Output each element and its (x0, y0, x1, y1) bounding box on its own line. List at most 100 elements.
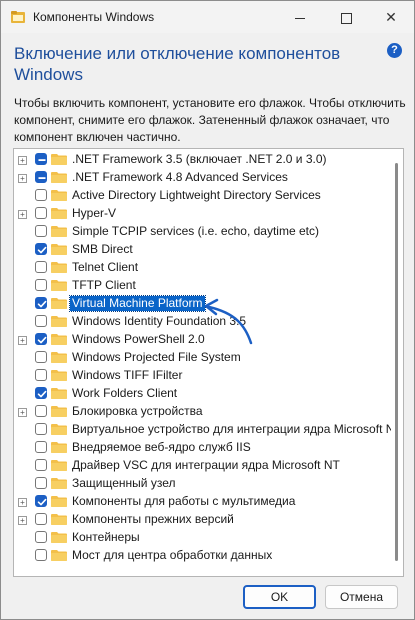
feature-checkbox[interactable] (35, 405, 47, 417)
feature-checkbox[interactable] (35, 189, 47, 201)
feature-row[interactable]: Виртуальное устройство для интеграции яд… (14, 421, 394, 439)
feature-checkbox-checked[interactable] (35, 333, 47, 345)
feature-label[interactable]: Блокировка устройства (70, 404, 205, 419)
feature-checkbox[interactable] (35, 279, 47, 291)
feature-label[interactable]: Simple TCPIP services (i.e. echo, daytim… (70, 224, 321, 239)
feature-checkbox[interactable] (35, 261, 47, 273)
feature-checkbox-checked[interactable] (35, 243, 47, 255)
feature-row[interactable]: + Компоненты для работы с мультимедиа (14, 493, 390, 511)
feature-row[interactable]: Windows TIFF IFilter (14, 367, 390, 385)
close-icon: ✕ (385, 9, 397, 25)
windows-features-dialog: Компоненты Windows ✕ Включение или отклю… (0, 0, 415, 620)
feature-label[interactable]: Компоненты прежних версий (70, 512, 236, 527)
feature-checkbox[interactable] (35, 207, 47, 219)
feature-label[interactable]: Windows Projected File System (70, 350, 243, 365)
expand-plus-icon[interactable]: + (18, 408, 27, 417)
feature-row[interactable]: Telnet Client (14, 259, 390, 277)
folder-icon (51, 280, 67, 291)
feature-checkbox-checked[interactable] (35, 495, 47, 507)
scrollbar-thumb[interactable] (395, 163, 398, 561)
feature-label[interactable]: Hyper-V (70, 206, 118, 221)
dialog-description: Чтобы включить компонент, установите его… (14, 96, 406, 144)
feature-checkbox[interactable] (35, 477, 47, 489)
feature-row[interactable]: Драйвер VSC для интеграции ядра Microsof… (14, 457, 390, 475)
feature-checkbox-checked[interactable] (35, 387, 47, 399)
expand-plus-icon[interactable]: + (18, 498, 27, 507)
feature-checkbox-partial[interactable] (35, 153, 47, 165)
feature-row[interactable]: Внедряемое веб-ядро служб IIS (14, 439, 390, 457)
title-bar[interactable]: Компоненты Windows ✕ (1, 1, 414, 33)
feature-row[interactable]: Work Folders Client (14, 385, 390, 403)
checkmark-icon (37, 336, 47, 344)
feature-checkbox-checked[interactable] (35, 297, 47, 309)
partial-fill-icon (38, 177, 46, 179)
feature-row[interactable]: TFTP Client (14, 277, 390, 295)
feature-row[interactable]: + Hyper-V (14, 205, 390, 223)
minimize-icon (295, 17, 305, 19)
feature-row[interactable]: Мост для центра обработки данных (14, 547, 390, 565)
feature-label[interactable]: Внедряемое веб-ядро служб IIS (70, 440, 253, 455)
folder-icon (51, 244, 67, 255)
folder-icon (51, 496, 67, 507)
feature-label[interactable]: .NET Framework 3.5 (включает .NET 2.0 и … (70, 152, 329, 167)
ok-button[interactable]: OK (243, 585, 316, 609)
maximize-button[interactable] (323, 1, 369, 33)
dialog-heading: Включение или отключение компонентов Win… (14, 44, 341, 84)
expand-plus-icon[interactable]: + (18, 336, 27, 345)
cancel-button[interactable]: Отмена (325, 585, 398, 609)
help-icon[interactable]: ? (387, 43, 402, 58)
folder-icon (51, 532, 67, 543)
folder-icon (51, 334, 67, 345)
feature-row[interactable]: Simple TCPIP services (i.e. echo, daytim… (14, 223, 390, 241)
feature-label[interactable]: Защищенный узел (70, 476, 177, 491)
close-button[interactable]: ✕ (368, 1, 414, 33)
feature-label[interactable]: .NET Framework 4.8 Advanced Services (70, 170, 290, 185)
feature-label[interactable]: SMB Direct (70, 242, 135, 257)
feature-row[interactable]: Active Directory Lightweight Directory S… (14, 187, 390, 205)
feature-row[interactable]: + Компоненты прежних версий (14, 511, 390, 529)
feature-checkbox[interactable] (35, 369, 47, 381)
folder-icon (51, 190, 67, 201)
feature-label[interactable]: Virtual Machine Platform (69, 295, 206, 312)
feature-label[interactable]: Драйвер VSC для интеграции ядра Microsof… (70, 458, 342, 473)
feature-row[interactable]: SMB Direct (14, 241, 390, 259)
feature-label[interactable]: Компоненты для работы с мультимедиа (70, 494, 297, 509)
folder-icon (51, 550, 67, 561)
feature-row[interactable]: + .NET Framework 3.5 (включает .NET 2.0 и… (14, 151, 390, 169)
feature-checkbox[interactable] (35, 513, 47, 525)
feature-checkbox[interactable] (35, 315, 47, 327)
minimize-button[interactable] (277, 1, 323, 33)
feature-label[interactable]: Контейнеры (70, 530, 142, 545)
feature-checkbox[interactable] (35, 351, 47, 363)
feature-row[interactable]: Защищенный узел (14, 475, 390, 493)
feature-row[interactable]: + .NET Framework 4.8 Advanced Services (14, 169, 390, 187)
expand-plus-icon[interactable]: + (18, 156, 27, 165)
folder-icon (51, 208, 67, 219)
expand-plus-icon[interactable]: + (18, 174, 27, 183)
feature-label[interactable]: Active Directory Lightweight Directory S… (70, 188, 323, 203)
feature-label[interactable]: Work Folders Client (70, 386, 179, 401)
expand-plus-icon[interactable]: + (18, 210, 27, 219)
feature-label[interactable]: Telnet Client (70, 260, 140, 275)
feature-label[interactable]: Windows TIFF IFilter (70, 368, 184, 383)
checkmark-icon (37, 390, 47, 398)
feature-label[interactable]: Виртуальное устройство для интеграции яд… (70, 422, 396, 437)
feature-row[interactable]: Windows Projected File System (14, 349, 390, 367)
feature-checkbox[interactable] (35, 225, 47, 237)
feature-checkbox[interactable] (35, 531, 47, 543)
feature-checkbox-partial[interactable] (35, 171, 47, 183)
vertical-scrollbar[interactable] (391, 149, 403, 576)
folder-icon (51, 370, 67, 381)
folder-icon (51, 406, 67, 417)
feature-label[interactable]: Windows PowerShell 2.0 (70, 332, 207, 347)
feature-row[interactable]: + Блокировка устройства (14, 403, 390, 421)
feature-checkbox[interactable] (35, 423, 47, 435)
feature-row[interactable]: Контейнеры (14, 529, 390, 547)
expand-plus-icon[interactable]: + (18, 516, 27, 525)
feature-checkbox[interactable] (35, 459, 47, 471)
feature-checkbox[interactable] (35, 441, 47, 453)
feature-label[interactable]: Мост для центра обработки данных (70, 548, 274, 563)
feature-checkbox[interactable] (35, 549, 47, 561)
feature-label[interactable]: TFTP Client (70, 278, 138, 293)
features-tree[interactable]: + .NET Framework 3.5 (включает .NET 2.0 и… (13, 148, 404, 577)
